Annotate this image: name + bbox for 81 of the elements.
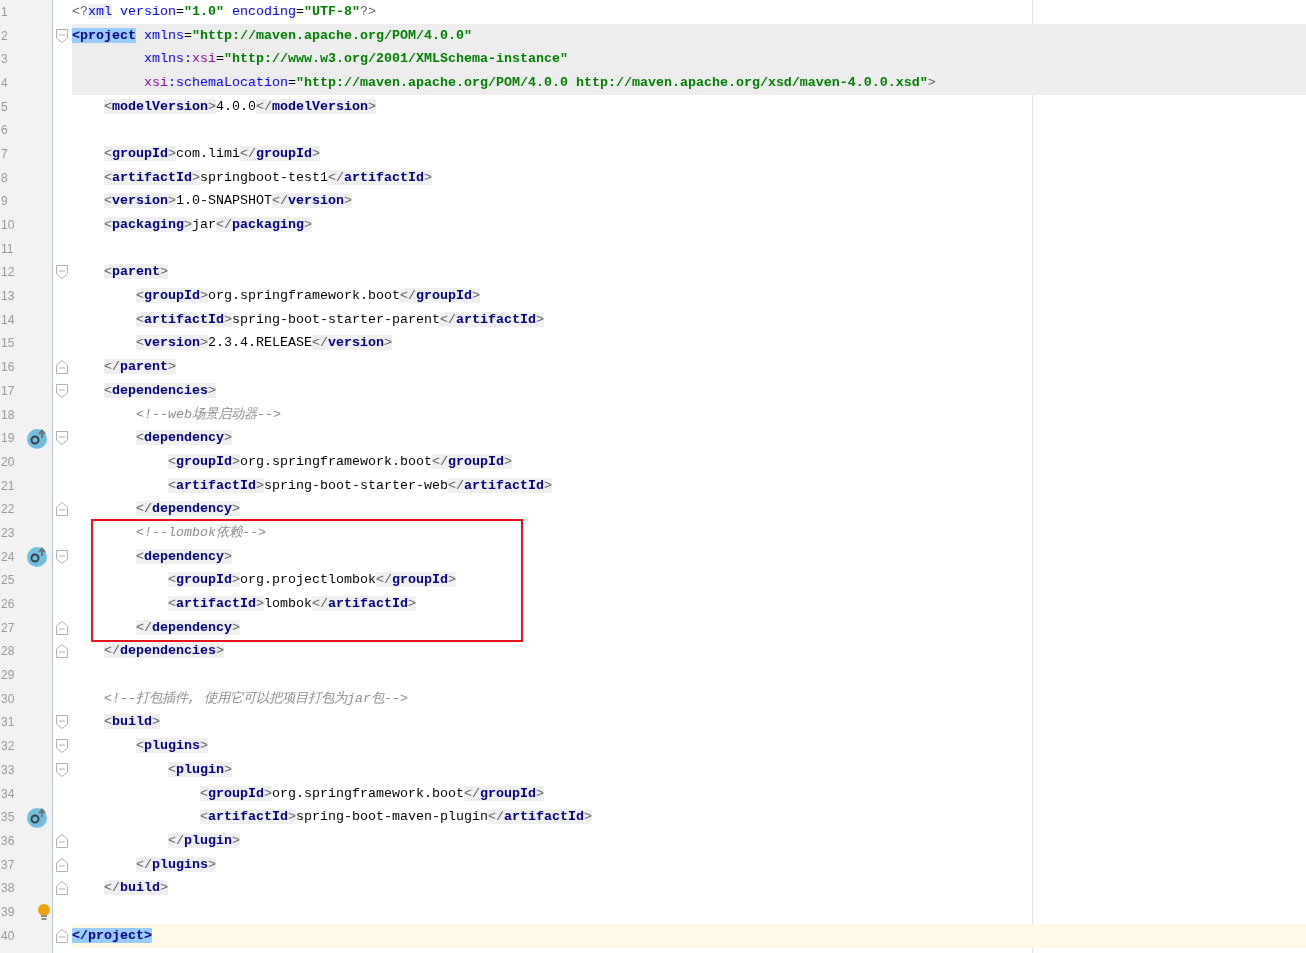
line-number: 17 xyxy=(0,382,16,400)
fold-marker-icon[interactable] xyxy=(56,881,68,896)
fold-marker-icon[interactable] xyxy=(56,739,68,754)
line-number: 28 xyxy=(0,643,16,661)
line-number: 25 xyxy=(0,572,16,590)
line-number: 33 xyxy=(0,761,16,779)
code-line: <artifactId>spring-boot-starter-parent</artifactId> xyxy=(136,310,544,329)
code-line: <project xmlns="http://maven.apache.org/POM/4.0.0" xyxy=(72,26,472,45)
code-line: <packaging>jar</packaging> xyxy=(104,216,312,235)
code-line: <artifactId>spring-boot-starter-web</artifactId> xyxy=(168,476,552,495)
fold-marker-icon[interactable] xyxy=(56,431,68,446)
line-number: 15 xyxy=(0,335,16,353)
line-number: 1 xyxy=(0,3,9,21)
fold-marker-icon[interactable] xyxy=(56,620,68,635)
code-line: <groupId>org.projectlombok</groupId> xyxy=(168,571,456,590)
line-number: 16 xyxy=(0,359,16,377)
line-number: 13 xyxy=(0,288,16,306)
code-line: <!--打包插件, 使用它可以把项目打包为jar包--> xyxy=(104,689,408,708)
line-number: 27 xyxy=(0,619,16,637)
line-number: 12 xyxy=(0,264,16,282)
code-line: xsi:schemaLocation="http://maven.apache.org/POM/4.0.0 http://maven.apache.org/xsd/maven-4.0.0.xsd"> xyxy=(144,73,936,92)
fold-marker-icon[interactable] xyxy=(56,502,68,517)
line-number: 36 xyxy=(0,832,16,850)
code-line: <artifactId>spring-boot-maven-plugin</artifactId> xyxy=(200,808,592,827)
line-number: 21 xyxy=(0,477,16,495)
override-marker-icon[interactable] xyxy=(25,426,49,450)
line-number: 37 xyxy=(0,856,16,874)
line-number: 24 xyxy=(0,548,16,566)
code-line: <groupId>org.springframework.boot</groupId> xyxy=(200,784,544,803)
line-number: 9 xyxy=(0,193,9,211)
line-number: 5 xyxy=(0,98,9,116)
override-marker-icon[interactable] xyxy=(25,805,49,829)
line-number: 3 xyxy=(0,51,9,69)
code-line: <groupId>com.limi</groupId> xyxy=(104,144,320,163)
code-line: xmlns:xsi="http://www.w3.org/2001/XMLSchema-instance" xyxy=(144,50,568,69)
fold-marker-icon[interactable] xyxy=(56,833,68,848)
code-line: <modelVersion>4.0.0</modelVersion> xyxy=(104,97,376,116)
line-number: 20 xyxy=(0,453,16,471)
code-line: <groupId>org.springframework.boot</groupId> xyxy=(168,452,512,471)
line-number: 31 xyxy=(0,714,16,732)
fold-marker-icon[interactable] xyxy=(56,383,68,398)
line-number: 6 xyxy=(0,122,9,140)
code-line: <?xml version="1.0" encoding="UTF-8"?> xyxy=(72,2,376,21)
line-number: 32 xyxy=(0,738,16,756)
line-number: 7 xyxy=(0,145,9,163)
code-line: <!--web场景启动器--> xyxy=(136,405,281,424)
fold-marker-icon[interactable] xyxy=(56,857,68,872)
line-number: 4 xyxy=(0,74,9,92)
fold-marker-icon[interactable] xyxy=(56,762,68,777)
line-number: 26 xyxy=(0,596,16,614)
line-number: 34 xyxy=(0,785,16,803)
fold-marker-icon[interactable] xyxy=(56,265,68,280)
line-number: 40 xyxy=(0,927,16,945)
fold-marker-icon[interactable] xyxy=(56,644,68,659)
code-line: <version>1.0-SNAPSHOT</version> xyxy=(104,192,352,211)
line-number: 38 xyxy=(0,880,16,898)
fold-marker-icon[interactable] xyxy=(56,549,68,564)
line-number: 30 xyxy=(0,690,16,708)
line-number: 19 xyxy=(0,430,16,448)
code-line: <artifactId>springboot-test1</artifactId> xyxy=(104,168,432,187)
code-line: <!--lombok依赖--> xyxy=(136,523,266,542)
code-line: <groupId>org.springframework.boot</groupId> xyxy=(136,287,480,306)
line-number: 23 xyxy=(0,524,16,542)
line-number: 10 xyxy=(0,217,16,235)
fold-marker-icon[interactable] xyxy=(56,715,68,730)
line-number: 29 xyxy=(0,667,16,685)
line-number: 2 xyxy=(0,27,9,45)
line-number: 18 xyxy=(0,406,16,424)
lightbulb-icon[interactable] xyxy=(37,902,51,921)
fold-marker-icon[interactable] xyxy=(56,928,68,943)
code-line: <artifactId>lombok</artifactId> xyxy=(168,595,416,614)
line-number: 22 xyxy=(0,501,16,519)
code-line: <version>2.3.4.RELEASE</version> xyxy=(136,334,392,353)
line-number: 39 xyxy=(0,903,16,921)
line-number: 11 xyxy=(0,240,15,258)
line-number: 8 xyxy=(0,169,9,187)
fold-marker-icon[interactable] xyxy=(56,28,68,43)
line-number: 35 xyxy=(0,809,16,827)
override-marker-icon[interactable] xyxy=(25,545,49,569)
line-number: 14 xyxy=(0,311,16,329)
fold-marker-icon[interactable] xyxy=(56,360,68,375)
